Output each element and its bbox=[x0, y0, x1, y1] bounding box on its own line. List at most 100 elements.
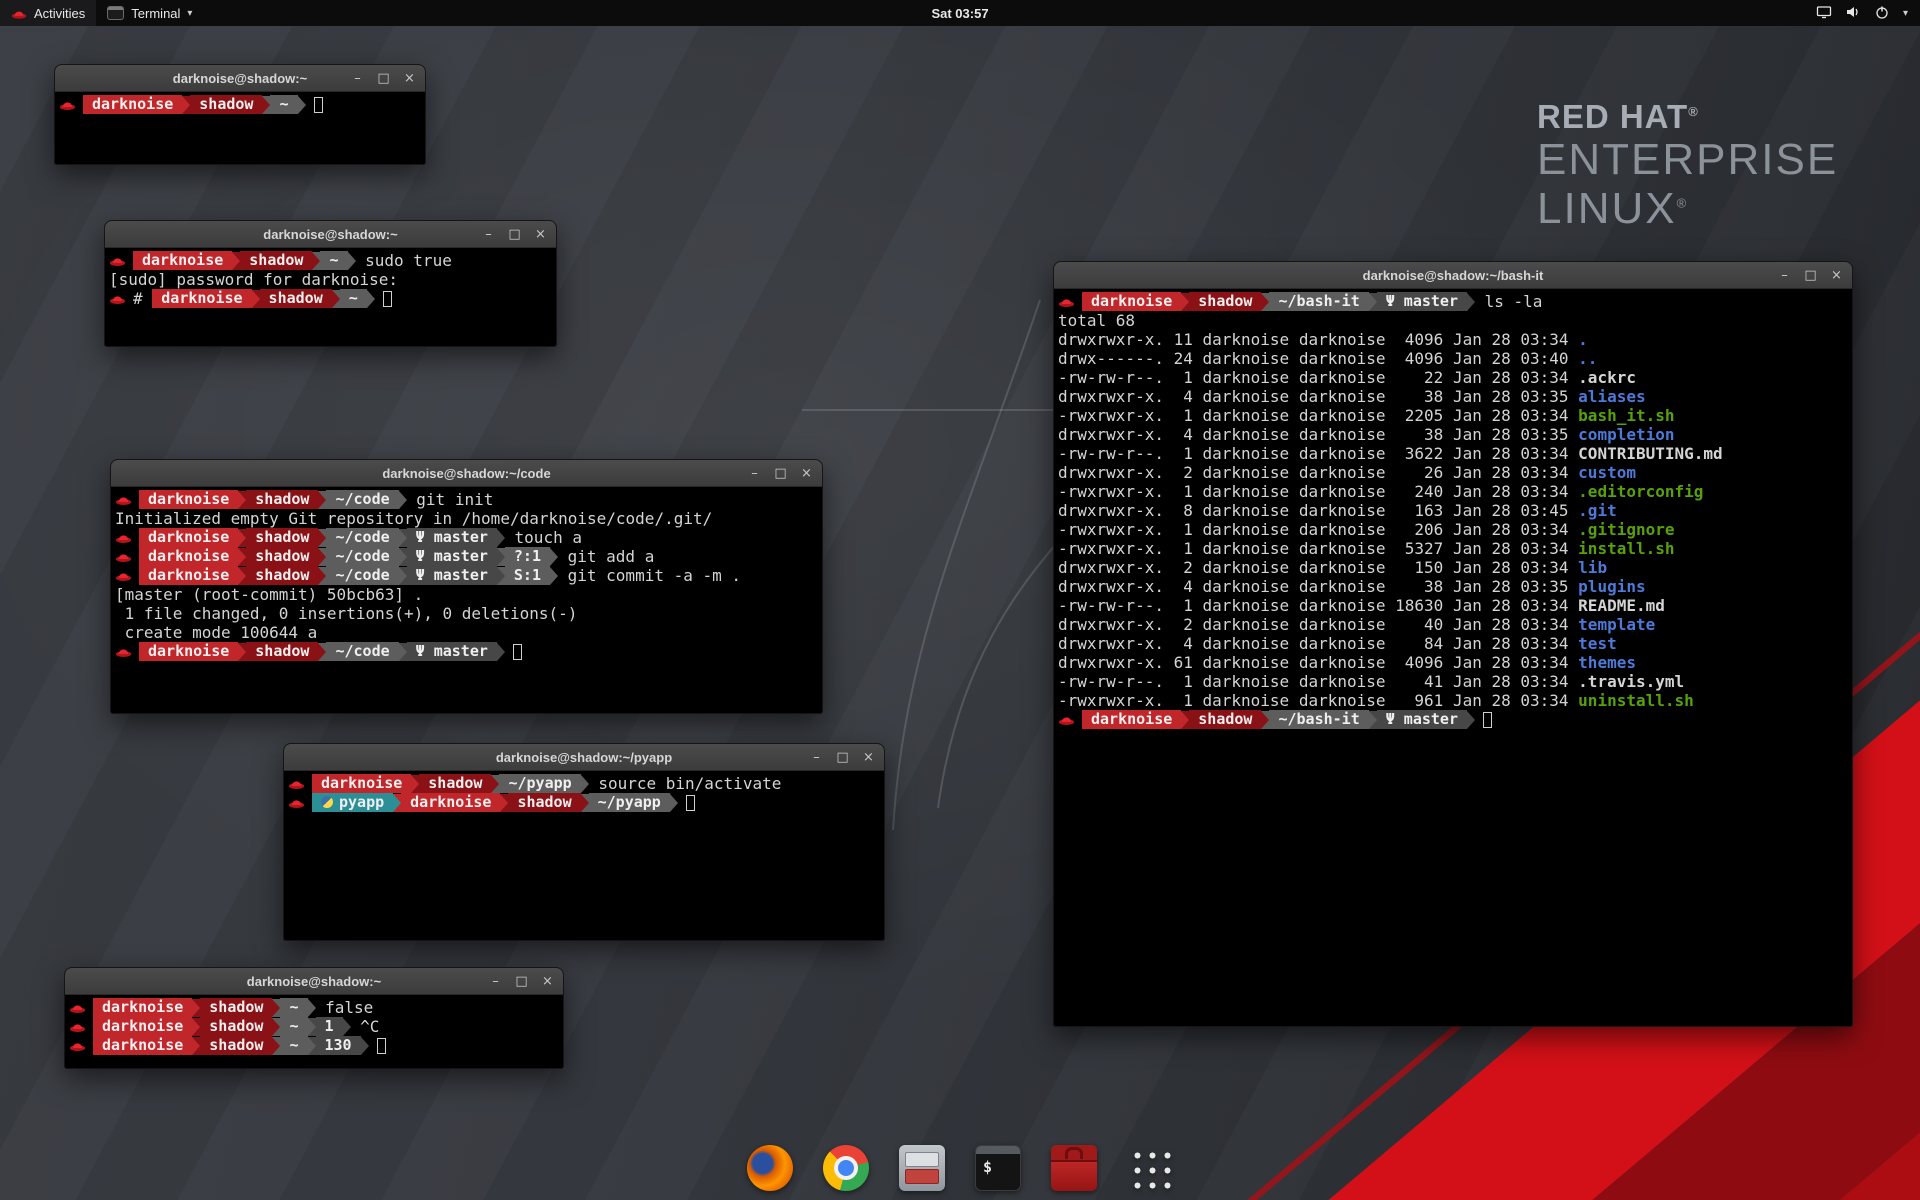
dock-icon-firefox[interactable] bbox=[743, 1141, 797, 1195]
terminal-content[interactable]: darknoiseshadow~ falsedarknoiseshadow~1 … bbox=[65, 995, 563, 1068]
terminal-window[interactable]: darknoise@shadow:~/pyapp–□×darknoiseshad… bbox=[283, 743, 885, 941]
terminal-window[interactable]: darknoise@shadow:~/bash-it–□×darknoisesh… bbox=[1053, 261, 1853, 1027]
prompt-segment: darknoise bbox=[93, 1036, 192, 1055]
maximize-button[interactable]: □ bbox=[1804, 268, 1817, 283]
maximize-button[interactable]: □ bbox=[515, 974, 528, 989]
minimize-button[interactable]: – bbox=[810, 750, 823, 765]
clock[interactable]: Sat 03:57 bbox=[921, 0, 998, 26]
window-titlebar[interactable]: darknoise@shadow:~–□× bbox=[65, 968, 563, 995]
minimize-button[interactable]: – bbox=[489, 974, 502, 989]
window-title: darknoise@shadow:~ bbox=[173, 71, 307, 86]
prompt-segment: ~/code bbox=[326, 547, 398, 566]
prompt-segment: ~ bbox=[280, 1017, 307, 1036]
window-controls: –□ × bbox=[489, 968, 554, 994]
redhat-prompt-icon bbox=[115, 569, 132, 582]
system-menu[interactable]: ▾ bbox=[1804, 0, 1920, 26]
file-listing-text: drwxrwxr-x. 8 darknoise darknoise 163 Ja… bbox=[1058, 501, 1578, 520]
prompt-segment: Ψ master bbox=[407, 642, 497, 661]
prompt-segment: shadow bbox=[200, 998, 272, 1017]
terminal-line: darknoiseshadow~/codeΨ master touch a bbox=[115, 528, 820, 547]
terminal-window[interactable]: darknoise@shadow:~/code–□×darknoiseshado… bbox=[110, 459, 823, 714]
maximize-button[interactable]: □ bbox=[836, 750, 849, 765]
redhat-prompt-icon bbox=[109, 254, 126, 267]
powerline-arrow-icon bbox=[361, 1037, 369, 1055]
prompt-segment: shadow bbox=[246, 566, 318, 585]
powerline-arrow-icon bbox=[182, 96, 190, 114]
activities-button[interactable]: Activities bbox=[0, 0, 96, 26]
window-controls: –□ × bbox=[482, 221, 547, 247]
window-controls: –□ × bbox=[351, 65, 416, 91]
terminal-line: drwx------. 24 darknoise darknoise 4096 … bbox=[1058, 349, 1850, 368]
terminal-content[interactable]: darknoiseshadow~/code git initInitialize… bbox=[111, 487, 822, 713]
command-text: git commit -a -m . bbox=[558, 566, 741, 585]
window-titlebar[interactable]: darknoise@shadow:~/bash-it–□× bbox=[1054, 262, 1852, 289]
file-name: README.md bbox=[1578, 596, 1665, 615]
window-titlebar[interactable]: darknoise@shadow:~–□× bbox=[105, 221, 556, 248]
terminal-line: -rwxrwxr-x. 1 darknoise darknoise 2205 J… bbox=[1058, 406, 1850, 425]
file-listing-text: drwx------. 24 darknoise darknoise 4096 … bbox=[1058, 349, 1578, 368]
file-name: . bbox=[1578, 330, 1588, 349]
prompt-segment: ~ bbox=[340, 289, 367, 308]
prompt-segment: shadow bbox=[246, 490, 318, 509]
file-listing-text: drwxrwxr-x. 4 darknoise darknoise 38 Jan… bbox=[1058, 387, 1578, 406]
powerline-arrow-icon bbox=[497, 567, 505, 585]
close-button[interactable]: × bbox=[403, 71, 416, 86]
close-button[interactable]: × bbox=[800, 466, 813, 481]
file-name: .gitignore bbox=[1578, 520, 1674, 539]
terminal-line: -rw-rw-r--. 1 darknoise darknoise 41 Jan… bbox=[1058, 672, 1850, 691]
window-controls: –□ × bbox=[1778, 262, 1843, 288]
terminal-window[interactable]: darknoise@shadow:~–□×darknoiseshadow~ fa… bbox=[64, 967, 564, 1069]
redhat-prompt-icon bbox=[69, 1039, 86, 1052]
minimize-button[interactable]: – bbox=[482, 227, 495, 242]
terminal-line: drwxrwxr-x. 4 darknoise darknoise 38 Jan… bbox=[1058, 387, 1850, 406]
dock-icon-terminal[interactable] bbox=[971, 1141, 1025, 1195]
dock-icon-files[interactable] bbox=[895, 1141, 949, 1195]
window-title: darknoise@shadow:~/code bbox=[382, 466, 550, 481]
redhat-prompt-icon bbox=[1058, 713, 1075, 726]
file-name: test bbox=[1578, 634, 1617, 653]
prompt-segment: Ψ master bbox=[407, 528, 497, 547]
prompt-segment: darknoise bbox=[139, 490, 238, 509]
terminal-line: drwxrwxr-x. 61 darknoise darknoise 4096 … bbox=[1058, 653, 1850, 672]
powerline-arrow-icon bbox=[308, 1018, 316, 1036]
powerline-arrow-icon bbox=[399, 548, 407, 566]
maximize-button[interactable]: □ bbox=[377, 71, 390, 86]
maximize-button[interactable]: □ bbox=[508, 227, 521, 242]
terminal-line: darknoiseshadow~1 ^C bbox=[69, 1017, 561, 1036]
dock-icon-app-grid[interactable] bbox=[1123, 1141, 1177, 1195]
file-listing-text: -rw-rw-r--. 1 darknoise darknoise 22 Jan… bbox=[1058, 368, 1578, 387]
app-menu[interactable]: Terminal ▾ bbox=[96, 0, 203, 26]
terminal-line: -rwxrwxr-x. 1 darknoise darknoise 206 Ja… bbox=[1058, 520, 1850, 539]
terminal-content[interactable]: darknoiseshadow~ bbox=[55, 92, 425, 164]
window-titlebar[interactable]: darknoise@shadow:~ –□ × bbox=[55, 65, 425, 92]
toolbox-icon bbox=[1051, 1145, 1097, 1191]
dock-icon-chrome[interactable] bbox=[819, 1141, 873, 1195]
minimize-button[interactable]: – bbox=[1778, 268, 1791, 283]
terminal-content[interactable]: darknoiseshadow~/pyapp source bin/activa… bbox=[284, 771, 884, 940]
dock-icon-toolbox[interactable] bbox=[1047, 1141, 1101, 1195]
file-listing-text: drwxrwxr-x. 4 darknoise darknoise 38 Jan… bbox=[1058, 577, 1578, 596]
powerline-arrow-icon bbox=[192, 999, 200, 1017]
terminal-content[interactable]: darknoiseshadow~ sudo true[sudo] passwor… bbox=[105, 248, 556, 346]
minimize-button[interactable]: – bbox=[351, 71, 364, 86]
terminal-window[interactable]: darknoise@shadow:~ –□ × darknoiseshadow~ bbox=[54, 64, 426, 165]
maximize-button[interactable]: □ bbox=[774, 466, 787, 481]
powerline-arrow-icon bbox=[497, 643, 505, 661]
close-button[interactable]: × bbox=[541, 974, 554, 989]
prompt-segment: ~/bash-it bbox=[1269, 292, 1368, 311]
window-titlebar[interactable]: darknoise@shadow:~/code –□ × bbox=[111, 460, 822, 487]
window-titlebar[interactable]: darknoise@shadow:~/pyapp–□× bbox=[284, 744, 884, 771]
terminal-window[interactable]: darknoise@shadow:~–□×darknoiseshadow~ su… bbox=[104, 220, 557, 347]
file-listing-text: -rw-rw-r--. 1 darknoise darknoise 41 Jan… bbox=[1058, 672, 1578, 691]
terminal-line: darknoiseshadow~ bbox=[59, 95, 423, 114]
close-button[interactable]: × bbox=[862, 750, 875, 765]
close-button[interactable]: × bbox=[534, 227, 547, 242]
powerline-arrow-icon bbox=[399, 529, 407, 547]
prompt-segment: darknoise bbox=[1082, 710, 1181, 729]
close-button[interactable]: × bbox=[1830, 268, 1843, 283]
file-name: aliases bbox=[1578, 387, 1645, 406]
terminal-line: drwxrwxr-x. 8 darknoise darknoise 163 Ja… bbox=[1058, 501, 1850, 520]
terminal-content[interactable]: darknoiseshadow~/bash-itΨ master ls -lat… bbox=[1054, 289, 1852, 1026]
terminal-line: drwxrwxr-x. 4 darknoise darknoise 38 Jan… bbox=[1058, 425, 1850, 444]
minimize-button[interactable]: – bbox=[748, 466, 761, 481]
